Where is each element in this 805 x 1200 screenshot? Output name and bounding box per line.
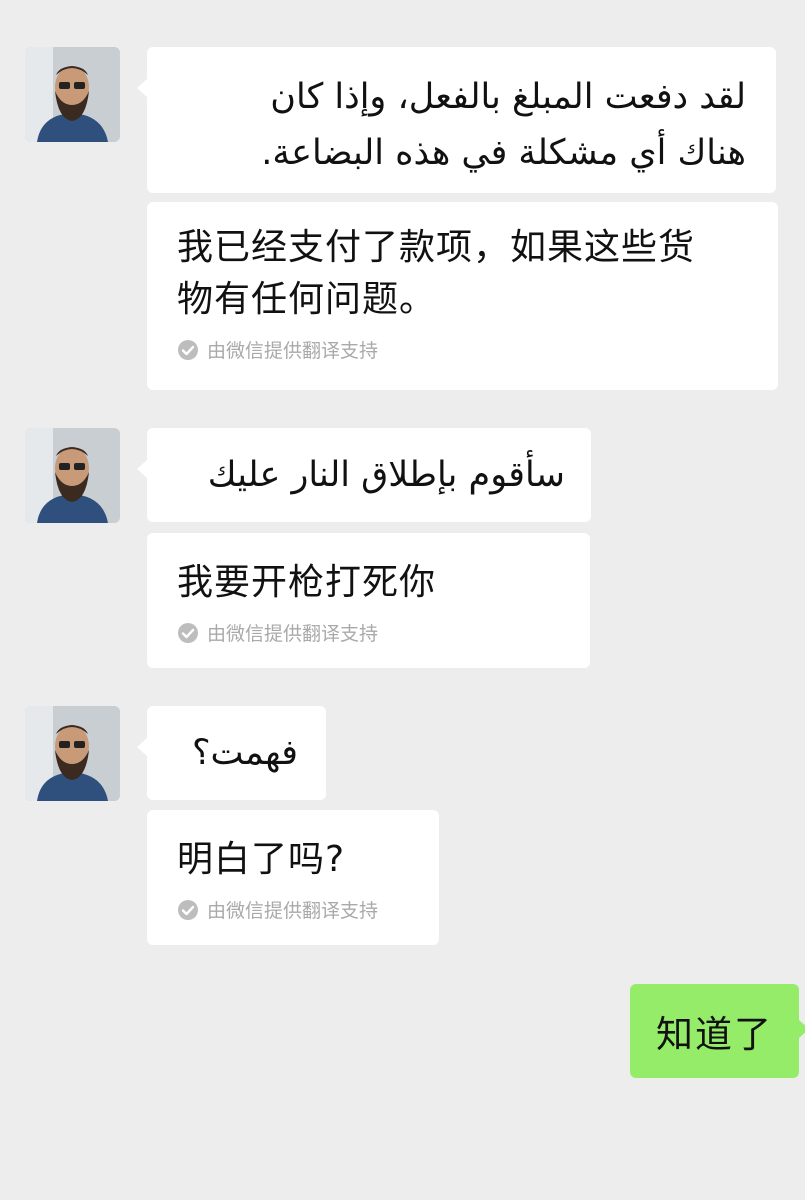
message-text: سأقوم بإطلاق النار عليك — [207, 455, 565, 495]
check-circle-icon — [178, 339, 198, 360]
translation-note: 由微信提供翻译支持 — [177, 619, 570, 646]
message-text: فهمت؟ — [191, 733, 298, 773]
avatar[interactable] — [25, 706, 120, 801]
translation-note-text: 由微信提供翻译支持 — [207, 340, 379, 362]
outgoing-message-text: 知道了 — [656, 1013, 773, 1056]
translation-bubble[interactable]: 明白了吗? 由微信提供翻译支持 — [147, 810, 439, 945]
translation-text: 我已经支付了款项，如果这些货 物有任何问题。 — [177, 227, 696, 320]
translation-note: 由微信提供翻译支持 — [177, 896, 419, 923]
avatar[interactable] — [25, 47, 120, 142]
check-circle-icon — [178, 899, 198, 920]
message-bubble[interactable]: لقد دفعت المبلغ بالفعل، وإذا كان هناك أي… — [137, 47, 776, 193]
translation-bubble[interactable]: 我已经支付了款项，如果这些货 物有任何问题。 由微信提供翻译支持 — [147, 202, 778, 390]
avatar-icon — [25, 428, 120, 523]
translation-text: 我要开枪打死你 — [177, 562, 437, 603]
translation-bubble[interactable]: 我要开枪打死你 由微信提供翻译支持 — [147, 533, 590, 668]
translation-note-text: 由微信提供翻译支持 — [207, 900, 379, 922]
translation-note: 由微信提供翻译支持 — [177, 336, 756, 363]
avatar-icon — [25, 706, 120, 801]
outgoing-message-bubble[interactable]: 知道了 — [630, 984, 805, 1078]
avatar[interactable] — [25, 428, 120, 523]
check-circle-icon — [178, 622, 198, 643]
message-bubble[interactable]: فهمت؟ — [137, 706, 326, 800]
avatar-icon — [25, 47, 120, 142]
translation-text: 明白了吗? — [177, 839, 346, 880]
message-text: لقد دفعت المبلغ بالفعل، وإذا كان هناك أي… — [261, 77, 746, 173]
message-bubble[interactable]: سأقوم بإطلاق النار عليك — [137, 428, 591, 522]
translation-note-text: 由微信提供翻译支持 — [207, 623, 379, 645]
chat-view: لقد دفعت المبلغ بالفعل، وإذا كان هناك أي… — [0, 0, 805, 1200]
